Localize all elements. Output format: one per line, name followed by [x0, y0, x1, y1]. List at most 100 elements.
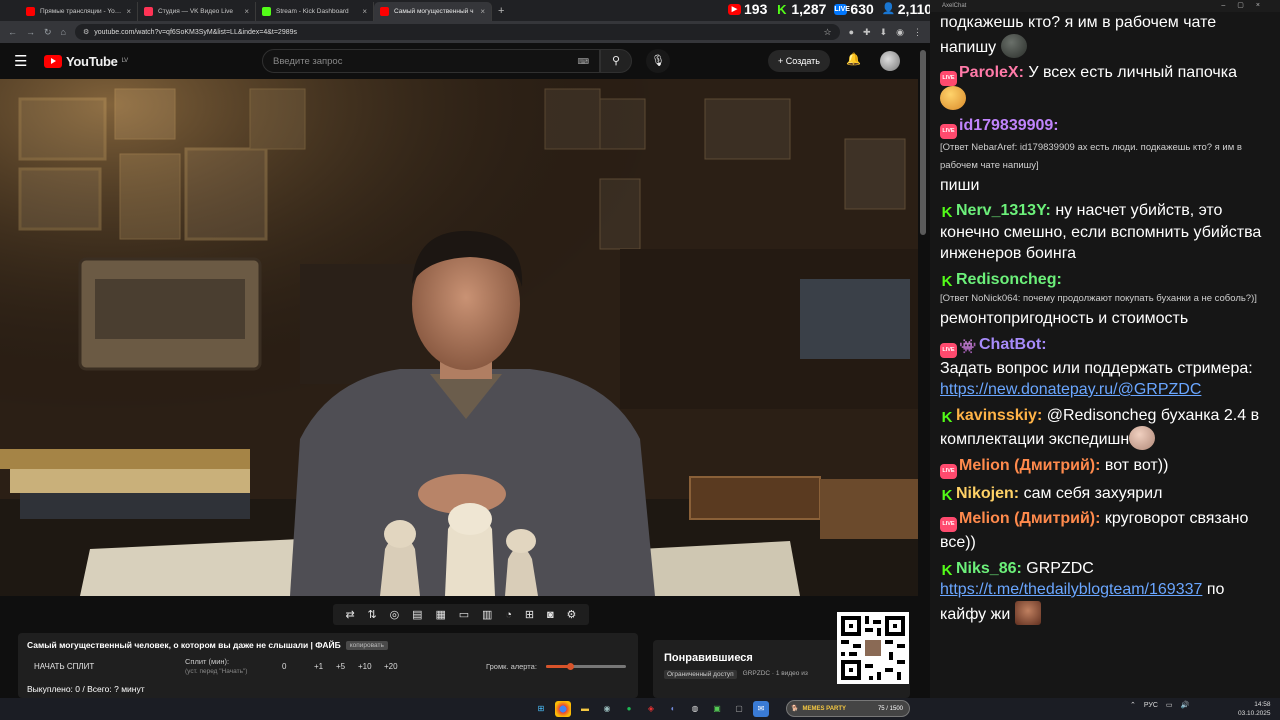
url-field[interactable]: ⚙ youtube.com/watch?v=qf6SoKM3SyM&list=L…	[74, 24, 840, 40]
message-author[interactable]: Nerv_1313Y:	[956, 202, 1051, 219]
chat-feed[interactable]: подкажешь кто? я им в рабочем чате напиш…	[930, 12, 1280, 698]
extension-icon[interactable]: ●	[849, 27, 854, 37]
discord-icon[interactable]: ◐	[665, 701, 681, 717]
add-20-button[interactable]: +20	[384, 662, 398, 671]
split-value[interactable]: 0	[282, 662, 286, 671]
playlist-meta: Ограниченный доступ GRPZDC · 1 видео из	[664, 670, 808, 679]
message-text: подкажешь кто? я им в рабочем чате напиш…	[940, 14, 1217, 56]
message-author[interactable]: ChatBot:	[979, 336, 1047, 353]
window-controls[interactable]: –▢×	[1221, 0, 1272, 12]
language-indicator[interactable]: РУС	[1144, 702, 1158, 709]
axelchat-icon[interactable]: ✉	[753, 701, 769, 717]
camera-icon[interactable]: ◙	[547, 609, 554, 621]
message-author[interactable]: kavinsskiy:	[956, 407, 1042, 424]
alert-volume-slider[interactable]	[546, 663, 626, 670]
app-green-icon[interactable]: ▣	[709, 701, 725, 717]
voice-search-button[interactable]: 🎙	[646, 49, 670, 73]
create-button[interactable]: + Создать	[768, 50, 830, 72]
emote-image	[940, 86, 966, 110]
audio-wave-icon[interactable]: ◎	[390, 608, 400, 621]
menu-dots-icon[interactable]: ⋮	[913, 27, 922, 38]
chat-message: K Nerv_1313Y: ну насчет убийств, это коне…	[940, 200, 1272, 265]
film-icon[interactable]: ▥	[482, 608, 492, 621]
url-text: youtube.com/watch?v=qf6SoKM3SyM&list=LL&…	[94, 28, 297, 36]
chevron-up-icon[interactable]: ⌃	[1130, 701, 1136, 709]
add-5-button[interactable]: +5	[336, 662, 345, 671]
playlist-title[interactable]: Понравившиеся	[664, 652, 753, 664]
notifications-bell-icon[interactable]: 🔔	[846, 52, 861, 66]
chat-message: LIVE ParoleX: У всех есть личный папочка	[940, 62, 1272, 111]
browser-tab-vk-studio[interactable]: Студия — VK Видео Live ×	[138, 2, 256, 21]
keyboard-icon[interactable]: ⌨	[577, 57, 589, 66]
folder-icon[interactable]: ▬	[577, 701, 593, 717]
app-gray-icon[interactable]: ▢	[731, 701, 747, 717]
message-author[interactable]: Melion (Дмитрий):	[959, 457, 1100, 474]
steam-icon[interactable]: ◉	[599, 701, 615, 717]
chrome-icon[interactable]	[555, 701, 571, 717]
message-author[interactable]: Redisoncheg:	[956, 271, 1062, 288]
message-author[interactable]: ParoleX:	[959, 64, 1024, 81]
search-input[interactable]: Введите запрос ⌨	[262, 49, 600, 73]
telegram-link[interactable]: https://t.me/thedailyblogteam/169337	[940, 581, 1202, 598]
sort-icon[interactable]: ⇅	[368, 608, 377, 621]
network-icon[interactable]: ▭	[1166, 701, 1173, 709]
speedometer-icon[interactable]: ◔	[505, 609, 512, 621]
viewers-icon: 👤	[881, 2, 896, 15]
clapper-icon[interactable]: ▦	[435, 608, 445, 621]
microphone-icon: 🎙	[651, 55, 665, 67]
playlist-icon[interactable]: ▤	[412, 608, 422, 621]
settings-gear-icon[interactable]: ⚙	[567, 608, 577, 621]
frame-icon[interactable]: ▭	[459, 608, 469, 621]
menu-icon[interactable]: ☰	[14, 52, 44, 70]
tab-close-icon[interactable]: ×	[362, 7, 367, 16]
avatar[interactable]	[880, 51, 900, 71]
message-author[interactable]: Niks_86:	[956, 560, 1022, 577]
add-1-button[interactable]: +1	[314, 662, 323, 671]
add-10-button[interactable]: +10	[358, 662, 372, 671]
vk-live-badge-icon: LIVE	[940, 517, 957, 532]
youtube-logo[interactable]: YouTube LV	[44, 54, 128, 69]
add-image-icon[interactable]: ⊞	[525, 608, 534, 621]
player-extension-toolbar: ⇄ ⇅ ◎ ▤ ▦ ▭ ▥ ◔ ⊞ ◙ ⚙	[333, 604, 589, 625]
tab-close-icon[interactable]: ×	[244, 7, 249, 16]
tab-close-icon[interactable]: ×	[126, 7, 131, 16]
extensions-puzzle-icon[interactable]: ✚	[863, 27, 871, 38]
browser-tab-youtube-live[interactable]: Прямые трансляции - YouTub ×	[20, 2, 138, 21]
spotify-icon[interactable]: ●	[621, 701, 637, 717]
back-icon[interactable]: ←	[8, 27, 17, 37]
message-author[interactable]: Melion (Дмитрий):	[959, 510, 1100, 527]
doge-icon: 🐕	[791, 706, 799, 712]
memes-party-widget[interactable]: 🐕 MEMES PARTY 75 / 1500	[786, 700, 910, 717]
kick-badge-icon: K	[941, 561, 953, 579]
video-player[interactable]	[0, 79, 918, 596]
paid-minutes-status: Выкуплено: 0 / Всего: ? минут	[27, 684, 145, 694]
copy-title-button[interactable]: копировать	[345, 640, 388, 650]
app-red-icon[interactable]: ◈	[643, 701, 659, 717]
search-button[interactable]: ⚲	[600, 49, 632, 73]
site-info-icon[interactable]: ⚙	[83, 28, 89, 36]
windows-start-icon[interactable]: ⊞	[533, 701, 549, 717]
start-split-button[interactable]: НАЧАТЬ СПЛИТ	[27, 660, 157, 674]
tab-close-icon[interactable]: ×	[480, 7, 485, 16]
reload-icon[interactable]: ↻	[44, 27, 52, 38]
browser-tab-video[interactable]: Самый могущественный ч ×	[374, 2, 492, 21]
clock[interactable]: 14:58 03.10.2025	[1238, 700, 1271, 718]
clock-time: 14:58	[1254, 701, 1271, 708]
bookmark-star-icon[interactable]: ☆	[824, 27, 832, 38]
volume-icon[interactable]: 🔊	[1181, 701, 1190, 709]
forward-icon[interactable]: →	[26, 27, 35, 37]
loop-icon[interactable]: ⇄	[345, 608, 354, 621]
message-author[interactable]: id179839909:	[959, 117, 1059, 134]
home-icon[interactable]: ⌂	[61, 27, 66, 37]
new-tab-button[interactable]: +	[498, 2, 504, 21]
alert-volume-handle[interactable]	[567, 663, 574, 670]
message-author[interactable]: Nikojen:	[956, 485, 1019, 502]
obs-icon[interactable]: ◍	[687, 701, 703, 717]
scrollbar-thumb[interactable]	[920, 50, 926, 235]
download-icon[interactable]: ⬇	[880, 27, 888, 38]
profile-icon[interactable]: ◉	[896, 27, 904, 38]
playlist-channel: GRPZDC · 1 видео из	[742, 670, 808, 677]
browser-tab-kick-dashboard[interactable]: Stream - Kick Dashboard ×	[256, 2, 374, 21]
emote-image	[1000, 33, 1027, 58]
donate-link[interactable]: https://new.donatepay.ru/@GRPZDC	[940, 381, 1201, 398]
